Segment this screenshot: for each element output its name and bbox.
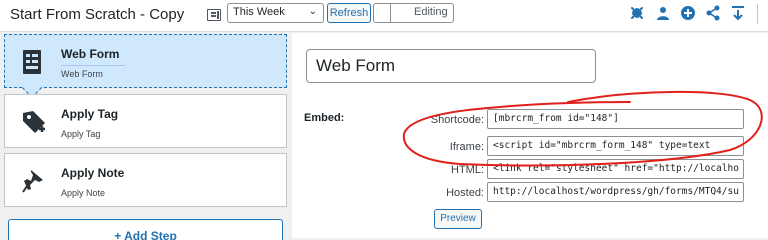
step-apply-note[interactable]: Apply Note Apply Note	[4, 153, 287, 207]
mode-toggle-left-segment[interactable]	[374, 4, 391, 22]
share-icon[interactable]	[705, 5, 721, 21]
toolbar-divider	[757, 4, 758, 24]
step-type: Web Form	[61, 69, 103, 79]
form-name-input[interactable]: Web Form	[306, 49, 596, 83]
step-name-underline	[61, 65, 125, 66]
shortcode-field[interactable]: [mbrcrm_from id="148"]	[487, 109, 744, 129]
collapse-icon[interactable]	[629, 5, 645, 21]
embed-label: Embed:	[304, 112, 345, 124]
iframe-field[interactable]: <script id="mbrcrm_form_148" type=text	[487, 136, 744, 156]
hosted-label: Hosted:	[446, 187, 484, 199]
mode-label[interactable]: Editing	[414, 6, 448, 18]
step-web-form[interactable]: Web Form Web Form	[4, 34, 287, 98]
hosted-field[interactable]: http://localhost/wordpress/gh/forms/MTQ4…	[487, 182, 744, 202]
step-type: Apply Tag	[61, 129, 101, 139]
refresh-button[interactable]: Refresh	[327, 3, 371, 23]
step-name: Web Form	[61, 47, 120, 61]
mode-toggle[interactable]: Editing	[373, 3, 454, 23]
chevron-down-icon: ⌄	[308, 6, 317, 17]
date-range-value: This Week	[233, 6, 285, 18]
shortcode-label: Shortcode:	[430, 114, 484, 126]
iframe-label: Iframe:	[449, 141, 484, 153]
html-field[interactable]: <link rel="stylesheet" href="http://loca…	[487, 159, 744, 179]
step-apply-tag[interactable]: Apply Tag Apply Tag	[4, 94, 287, 148]
add-circle-icon[interactable]	[680, 5, 696, 21]
user-icon[interactable]	[655, 5, 671, 21]
preview-button[interactable]: Preview	[434, 209, 482, 229]
steps-panel: Web Form Web Form Apply Tag Apply Tag Ap…	[0, 33, 292, 240]
title-details-icon[interactable]	[207, 9, 221, 21]
add-step-button[interactable]: + Add Step	[8, 219, 283, 240]
date-range-select[interactable]: This Week ⌄	[227, 3, 324, 23]
step-name: Apply Tag	[61, 107, 119, 121]
step-settings-panel: Web Form Embed: Shortcode: [mbrcrm_from …	[292, 33, 768, 238]
export-icon[interactable]	[730, 5, 746, 21]
html-label: HTML:	[451, 164, 484, 176]
step-type: Apply Note	[61, 188, 106, 198]
pushpin-icon	[21, 168, 45, 194]
top-bar: Start From Scratch - Copy This Week ⌄ Re…	[0, 0, 768, 32]
tag-plus-icon	[21, 109, 45, 135]
funnel-title[interactable]: Start From Scratch - Copy	[10, 6, 184, 23]
step-name: Apply Note	[61, 166, 125, 180]
form-icon	[21, 49, 45, 75]
